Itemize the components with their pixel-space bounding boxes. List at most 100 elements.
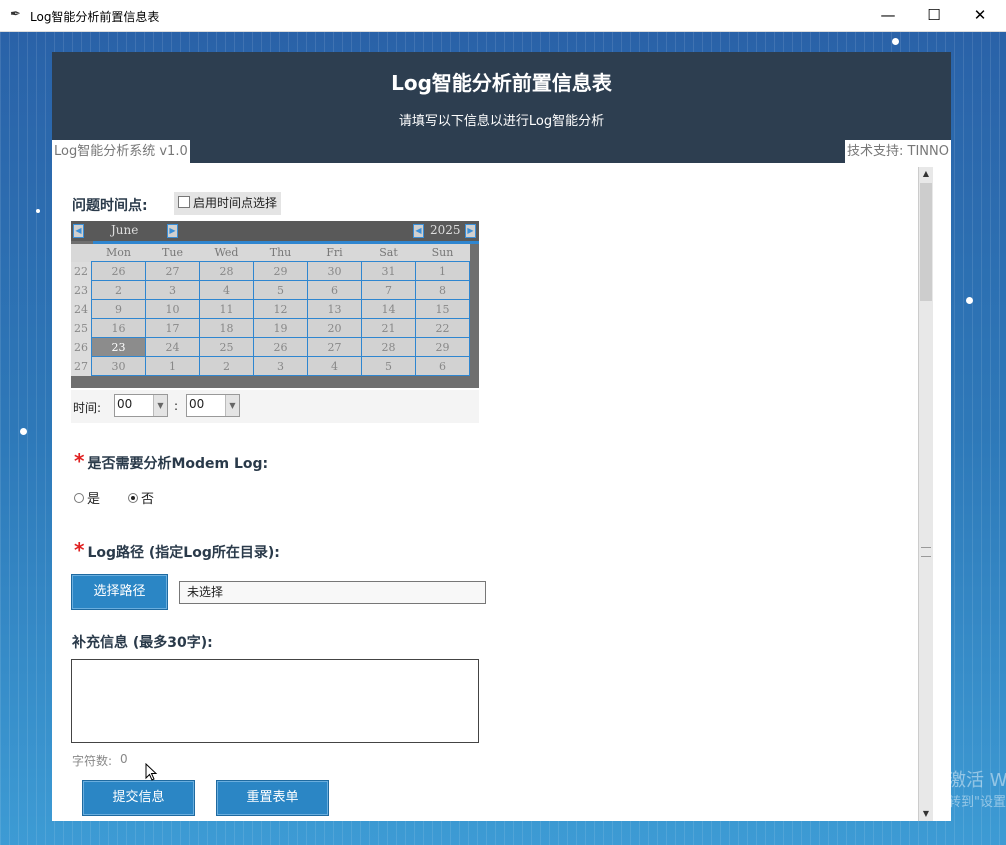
calendar-day[interactable]: 4 (307, 356, 362, 376)
calendar-day[interactable]: 22 (415, 318, 470, 338)
enable-time-label: 启用时间点选择 (193, 196, 278, 210)
time-label: 问题时间点: (72, 198, 148, 214)
vertical-scrollbar[interactable]: ▲ ▼ (918, 167, 933, 821)
calendar-day[interactable]: 15 (415, 299, 470, 319)
calendar-day[interactable]: 13 (307, 299, 362, 319)
calendar-day[interactable]: 5 (361, 356, 416, 376)
calendar-day[interactable]: 19 (253, 318, 308, 338)
next-month-icon[interactable]: ▶ (167, 224, 178, 238)
calendar-year: 2025 (430, 223, 461, 237)
calendar-day[interactable]: 28 (361, 337, 416, 357)
week-number: 22 (71, 261, 92, 281)
window-titlebar[interactable]: ✒ Log智能分析前置信息表 — ☐ ✕ (0, 0, 1006, 32)
calendar-day[interactable]: 21 (361, 318, 416, 338)
scroll-thumb[interactable] (920, 183, 932, 301)
calendar-day[interactable]: 31 (361, 261, 416, 281)
scroll-up-icon[interactable]: ▲ (919, 167, 933, 181)
calendar-day[interactable]: 3 (145, 280, 200, 300)
week-number: 24 (71, 299, 92, 319)
char-count-value: 0 (120, 752, 128, 766)
version-label: Log智能分析系统 v1.0 (52, 140, 190, 163)
scroll-down-icon[interactable]: ▼ (919, 807, 933, 821)
prev-year-icon[interactable]: ◀ (413, 224, 424, 238)
calendar-day[interactable]: 10 (145, 299, 200, 319)
radio-icon[interactable] (74, 493, 84, 503)
minute-select[interactable]: 00 ▼ (186, 394, 240, 417)
calendar-day[interactable]: 29 (415, 337, 470, 357)
calendar-day[interactable]: 28 (199, 261, 254, 281)
modem-label: * 是否需要分析Modem Log: (74, 449, 268, 473)
window-title: Log智能分析前置信息表 (30, 10, 160, 24)
weekday-label: Thu (253, 244, 308, 262)
calendar-week-row: 25 16 17 18 19 20 21 22 (71, 318, 470, 338)
calendar-day[interactable]: 3 (253, 356, 308, 376)
calendar-week-row: 23 2 3 4 5 6 7 8 (71, 280, 470, 300)
calendar-week-row: 26 23 24 25 26 27 28 29 (71, 337, 470, 357)
path-display: 未选择 (179, 581, 486, 604)
activation-watermark: 激活 W 转到"设置" (948, 770, 1006, 814)
calendar-day[interactable]: 11 (199, 299, 254, 319)
maximize-button[interactable]: ☐ (911, 0, 957, 31)
calendar-day[interactable]: 6 (415, 356, 470, 376)
time-separator: : (174, 399, 179, 413)
calendar-day[interactable]: 9 (91, 299, 146, 319)
week-number: 25 (71, 318, 92, 338)
calendar-week-row: 22 26 27 28 29 30 31 1 (71, 261, 470, 281)
calendar-day[interactable]: 8 (415, 280, 470, 300)
extra-info-textarea[interactable] (71, 659, 479, 743)
calendar-day[interactable]: 6 (307, 280, 362, 300)
weekday-label: Tue (145, 244, 200, 262)
page-title: Log智能分析前置信息表 (391, 71, 612, 95)
required-mark: * (74, 449, 85, 473)
submit-button[interactable]: 提交信息 (82, 780, 195, 816)
calendar-day[interactable]: 2 (199, 356, 254, 376)
next-year-icon[interactable]: ▶ (465, 224, 476, 238)
modem-label-text: 是否需要分析Modem Log: (87, 456, 269, 472)
watermark-line1: 激活 W (948, 770, 1006, 791)
form-content: 问题时间点: 启用时间点选择 ◀ June ▶ ◀ 2025 ▶ Mon Tue… (52, 163, 918, 821)
calendar-month: June (111, 223, 139, 237)
calendar[interactable]: ◀ June ▶ ◀ 2025 ▶ Mon Tue Wed Thu Fri Sa… (71, 221, 479, 388)
calendar-day[interactable]: 1 (415, 261, 470, 281)
minimize-button[interactable]: — (865, 0, 911, 31)
checkbox-icon[interactable] (178, 196, 190, 208)
calendar-day[interactable]: 4 (199, 280, 254, 300)
required-mark: * (74, 538, 85, 562)
calendar-day[interactable]: 17 (145, 318, 200, 338)
char-count-label: 字符数: (72, 754, 113, 768)
weekday-corner (71, 244, 92, 262)
calendar-day[interactable]: 2 (91, 280, 146, 300)
calendar-day[interactable]: 24 (145, 337, 200, 357)
calendar-day[interactable]: 25 (199, 337, 254, 357)
calendar-day[interactable]: 26 (91, 261, 146, 281)
calendar-day[interactable]: 26 (253, 337, 308, 357)
choose-path-button[interactable]: 选择路径 (71, 574, 168, 610)
calendar-day[interactable]: 12 (253, 299, 308, 319)
hour-select[interactable]: 00 ▼ (114, 394, 168, 417)
chevron-down-icon[interactable]: ▼ (225, 395, 239, 416)
enable-time-checkbox[interactable]: 启用时间点选择 (174, 192, 282, 215)
calendar-day[interactable]: 30 (307, 261, 362, 281)
weekday-label: Mon (91, 244, 146, 262)
calendar-day[interactable]: 27 (145, 261, 200, 281)
weekday-label: Wed (199, 244, 254, 262)
calendar-day[interactable]: 30 (91, 356, 146, 376)
chevron-down-icon[interactable]: ▼ (153, 395, 167, 416)
calendar-day[interactable]: 27 (307, 337, 362, 357)
radio-no[interactable]: 否 (128, 488, 154, 507)
calendar-day[interactable]: 5 (253, 280, 308, 300)
calendar-day[interactable]: 20 (307, 318, 362, 338)
calendar-day[interactable]: 14 (361, 299, 416, 319)
calendar-day-selected[interactable]: 23 (91, 337, 146, 357)
calendar-day[interactable]: 16 (91, 318, 146, 338)
calendar-day[interactable]: 29 (253, 261, 308, 281)
feather-icon: ✒ (10, 7, 21, 22)
calendar-day[interactable]: 18 (199, 318, 254, 338)
radio-selected-icon[interactable] (128, 493, 138, 503)
radio-yes[interactable]: 是 (74, 488, 100, 507)
prev-month-icon[interactable]: ◀ (73, 224, 84, 238)
calendar-day[interactable]: 7 (361, 280, 416, 300)
reset-button[interactable]: 重置表单 (216, 780, 329, 816)
close-button[interactable]: ✕ (957, 0, 1003, 31)
calendar-day[interactable]: 1 (145, 356, 200, 376)
